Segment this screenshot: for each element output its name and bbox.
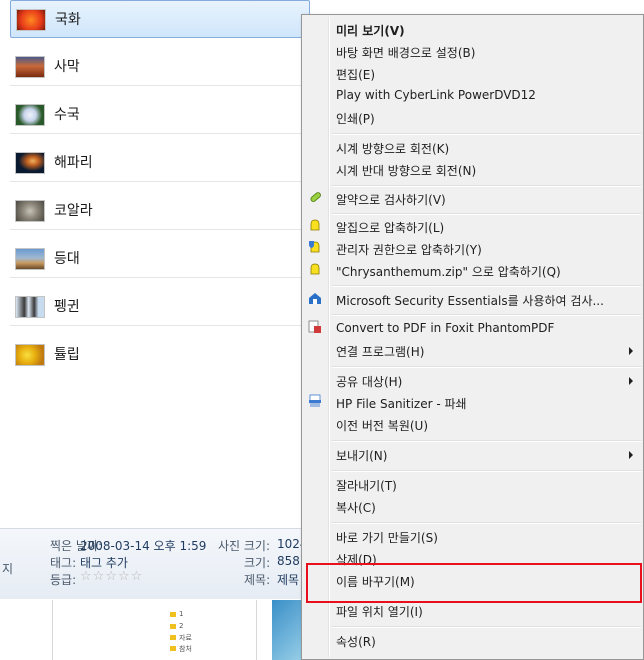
penguins-thumbnail — [15, 296, 45, 318]
menu-separator — [332, 522, 641, 524]
menu-item-share-with[interactable]: 공유 대상(H) — [336, 373, 402, 390]
file-row-lighthouse[interactable]: 등대 — [10, 240, 310, 278]
menu-separator — [332, 440, 641, 442]
menu-item-print[interactable]: 인쇄(P) — [336, 110, 375, 127]
menu-separator — [332, 213, 641, 215]
file-name: 국화 — [55, 12, 81, 28]
menu-separator — [332, 314, 641, 316]
menu-item-hp-file-sanitizer[interactable]: HP File Sanitizer - 파쇄 — [336, 395, 467, 412]
menu-item-create-shortcut[interactable]: 바로 가기 만들기(S) — [336, 529, 438, 546]
file-row-hydrangea[interactable]: 수국 — [10, 96, 310, 134]
jellyfish-thumbnail — [15, 152, 45, 174]
folder-icon — [170, 624, 176, 629]
menu-item-properties[interactable]: 속성(R) — [336, 633, 376, 650]
folder-icon — [170, 646, 176, 651]
chrysanthemum-thumbnail — [16, 9, 46, 31]
menu-item-edit[interactable]: 편집(E) — [336, 66, 375, 83]
submenu-arrow-icon — [629, 347, 633, 355]
menu-item-preview[interactable]: 미리 보기(V) — [336, 22, 405, 39]
tags-label: 태그: — [50, 556, 77, 570]
title-label: 제목: — [244, 573, 271, 587]
file-name: 코알라 — [54, 203, 93, 219]
file-row-koala[interactable]: 코알라 — [10, 192, 310, 230]
title-value[interactable]: 제목 — [277, 571, 299, 588]
menu-item-compress-admin[interactable]: 관리자 권한으로 압축하기(Y) — [336, 241, 482, 258]
rating-stars[interactable]: ☆☆☆☆☆ — [80, 569, 143, 584]
rating-label: 등급: — [50, 573, 77, 587]
menu-separator — [332, 185, 641, 187]
date-taken-value[interactable]: 2008-03-14 오후 1:59 — [80, 537, 206, 554]
menu-item-rotate-counterclockwise[interactable]: 시계 반대 방향으로 회전(N) — [336, 162, 476, 179]
lighthouse-thumbnail — [15, 248, 45, 270]
file-name: 등대 — [54, 251, 80, 267]
menu-item-scan-security-essentials[interactable]: Microsoft Security Essentials를 사용하여 검사..… — [336, 292, 604, 309]
folder-icon — [170, 635, 176, 640]
file-name: 펭귄 — [54, 299, 80, 315]
star-icon[interactable]: ☆ — [80, 569, 93, 584]
menu-separator — [332, 470, 641, 472]
details-left-fragment: 지 — [2, 562, 14, 576]
file-name: 수국 — [54, 107, 80, 123]
file-name: 튤립 — [54, 347, 80, 363]
alzip-icon — [310, 219, 320, 231]
menu-item-cut[interactable]: 잘라내기(T) — [336, 477, 397, 494]
tree-label: 1 — [179, 610, 184, 618]
menu-item-copy[interactable]: 복사(C) — [336, 499, 376, 516]
divider — [52, 600, 53, 660]
menu-item-set-desktop-background[interactable]: 바탕 화면 배경으로 설정(B) — [336, 44, 475, 61]
tree-label: 자료 — [179, 634, 192, 642]
menu-item-open-with[interactable]: 연결 프로그램(H) — [336, 343, 424, 360]
menu-item-restore-previous-versions[interactable]: 이전 버전 복원(U) — [336, 417, 428, 434]
menu-separator — [332, 133, 641, 135]
file-row-penguins[interactable]: 펭귄 — [10, 288, 310, 326]
security-essentials-icon — [309, 293, 321, 304]
file-name: 해파리 — [54, 155, 93, 171]
menu-item-scan-alyac[interactable]: 알약으로 검사하기(V) — [336, 191, 446, 208]
filesize-value: 858 — [277, 554, 300, 568]
tree-label: 2 — [179, 622, 184, 630]
menu-separator — [332, 366, 641, 368]
file-row-jellyfish[interactable]: 해파리 — [10, 144, 310, 182]
folder-icon — [170, 612, 176, 617]
menu-separator — [332, 626, 641, 628]
size-label: 사진 크기: — [218, 539, 271, 553]
foxit-pdf-icon — [308, 320, 321, 333]
menu-item-send-to[interactable]: 보내기(N) — [336, 447, 387, 464]
submenu-arrow-icon — [629, 451, 633, 459]
highlight-box — [306, 563, 642, 603]
desert-thumbnail — [15, 56, 45, 78]
alyac-pill-icon — [310, 192, 321, 202]
koala-thumbnail — [15, 200, 45, 222]
menu-separator — [332, 285, 641, 287]
tulips-thumbnail — [15, 344, 45, 366]
star-icon[interactable]: ☆ — [105, 569, 118, 584]
star-icon[interactable]: ☆ — [131, 569, 144, 584]
menu-gutter — [328, 17, 330, 657]
file-name: 사막 — [54, 59, 80, 75]
divider — [256, 600, 257, 660]
alzip-admin-icon — [309, 241, 320, 253]
shredder-icon — [309, 394, 321, 407]
menu-item-rotate-clockwise[interactable]: 시계 방향으로 회전(K) — [336, 140, 449, 157]
menu-item-open-file-location[interactable]: 파일 위치 열기(I) — [336, 603, 423, 620]
hydrangea-thumbnail — [15, 104, 45, 126]
file-row-tulips[interactable]: 튤립 — [10, 336, 310, 374]
alzip-icon — [310, 263, 320, 275]
tree-label: 참처 — [179, 645, 192, 653]
menu-item-convert-pdf[interactable]: Convert to PDF in Foxit PhantomPDF — [336, 321, 554, 335]
star-icon[interactable]: ☆ — [93, 569, 106, 584]
file-row-desert[interactable]: 사막 — [10, 48, 310, 86]
menu-item-compress-alzip[interactable]: 알집으로 압축하기(L) — [336, 219, 444, 236]
submenu-arrow-icon — [629, 377, 633, 385]
menu-item-play-powerdvd[interactable]: Play with CyberLink PowerDVD12 — [336, 88, 536, 102]
menu-item-compress-to-zip[interactable]: "Chrysanthemum.zip" 으로 압축하기(Q) — [336, 263, 561, 280]
file-row-chrysanthemum[interactable]: 국화 — [10, 0, 310, 38]
filesize-label: 크기: — [244, 556, 271, 570]
star-icon[interactable]: ☆ — [118, 569, 131, 584]
